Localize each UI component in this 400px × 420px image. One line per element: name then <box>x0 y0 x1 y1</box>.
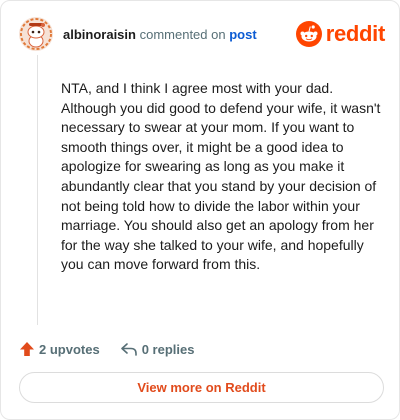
comment-header: albinoraisin commented on post reddit <box>19 17 385 51</box>
comment-embed-card: albinoraisin commented on post reddit NT… <box>0 0 400 420</box>
reddit-logo[interactable]: reddit <box>295 19 386 49</box>
reddit-logo-icon <box>295 21 322 47</box>
view-more-button[interactable]: View more on Reddit <box>19 372 384 403</box>
comment-target-link[interactable]: post <box>229 27 256 42</box>
thread-line <box>37 55 38 325</box>
user-avatar[interactable] <box>19 17 53 51</box>
snoo-avatar-icon <box>19 17 53 51</box>
reddit-wordmark: reddit <box>325 21 386 46</box>
reply-button[interactable]: 0 replies <box>120 341 195 357</box>
upvote-arrow-icon <box>20 342 34 356</box>
upvote-count: 2 upvotes <box>39 341 100 357</box>
reply-arrow-icon <box>120 343 137 356</box>
comment-actions: 2 upvotes 0 replies <box>19 339 214 359</box>
upvote-button[interactable]: 2 upvotes <box>19 341 100 357</box>
comment-body: NTA, and I think I agree most with your … <box>61 80 381 273</box>
reply-count: 0 replies <box>141 341 195 357</box>
comment-action-text: commented on <box>139 27 226 42</box>
comment-meta: albinoraisin commented on post <box>63 27 257 42</box>
comment-author[interactable]: albinoraisin <box>63 27 136 42</box>
